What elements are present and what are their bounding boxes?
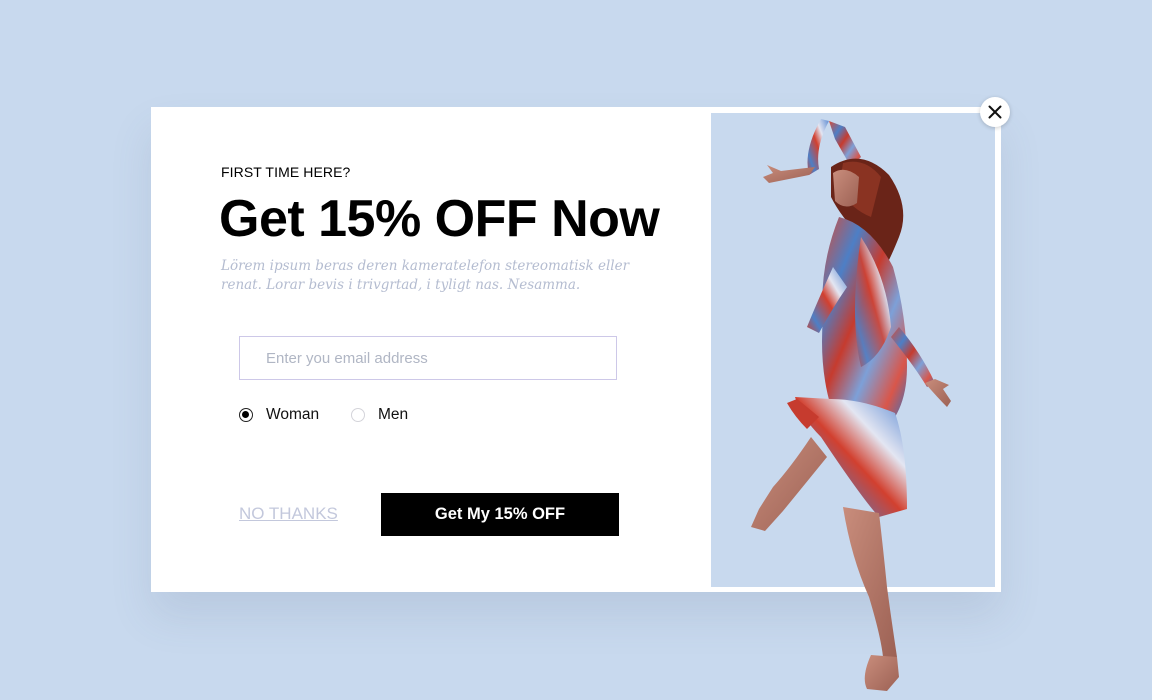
claim-discount-button[interactable]: Get My 15% OFF <box>381 493 619 536</box>
dancer-image <box>751 119 951 691</box>
radio-option-woman[interactable]: Woman <box>239 406 319 424</box>
radio-button-woman[interactable] <box>239 408 253 422</box>
close-icon <box>988 105 1002 119</box>
radio-option-men[interactable]: Men <box>351 406 408 424</box>
radio-label-woman: Woman <box>266 406 320 423</box>
close-button[interactable] <box>980 97 1010 127</box>
radio-button-men[interactable] <box>351 408 365 422</box>
popup-headline: Get 15% OFF Now <box>219 190 660 248</box>
popup-description: Lörem ipsum beras deren kameratelefon st… <box>221 258 630 293</box>
promo-popup: FIRST TIME HERE? Get 15% OFF Now Lörem i… <box>151 97 1010 691</box>
popup-eyebrow: FIRST TIME HERE? <box>221 164 351 180</box>
email-input[interactable] <box>239 336 617 380</box>
radio-label-men: Men <box>378 406 409 423</box>
no-thanks-link[interactable]: NO THANKS <box>239 504 338 524</box>
